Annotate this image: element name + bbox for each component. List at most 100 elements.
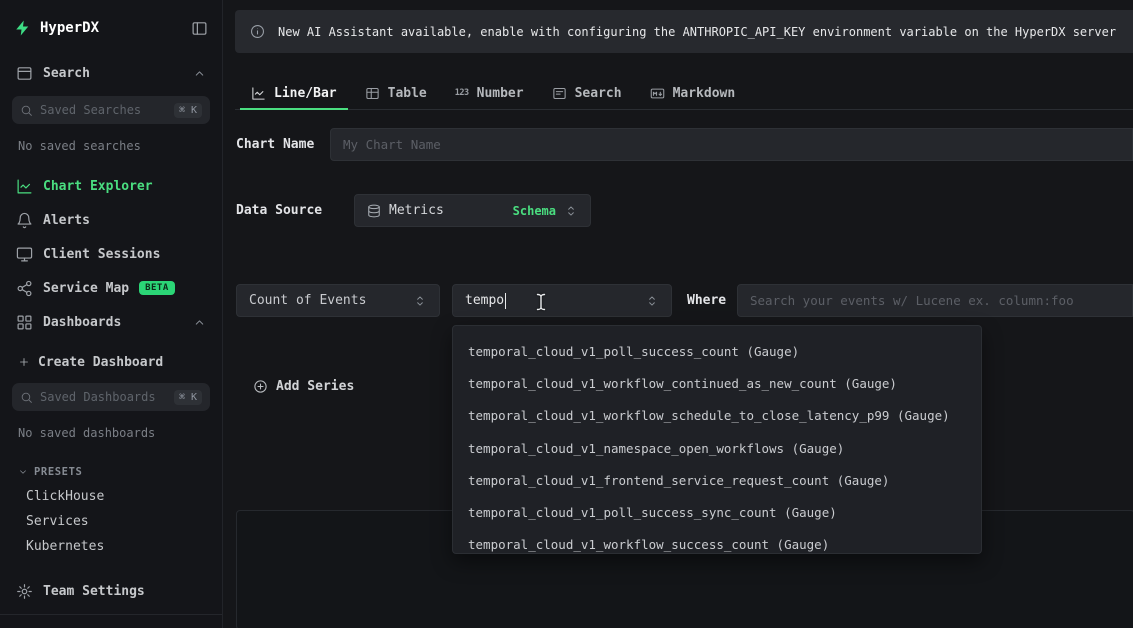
add-series-label: Add Series	[276, 379, 354, 394]
sidebar-item-team-settings[interactable]: Team Settings	[10, 574, 212, 608]
tab-label: Search	[575, 86, 622, 101]
chart-type-tabs: Line/Bar Table 123 Number Search Markdow…	[235, 77, 1133, 110]
schema-button[interactable]: Schema	[513, 204, 556, 218]
sidebar-header: HyperDX	[10, 0, 212, 56]
create-dashboard-label: Create Dashboard	[38, 355, 163, 370]
tab-markdown[interactable]: Markdown	[636, 77, 750, 109]
sidebar-item-dashboards[interactable]: Dashboards	[10, 305, 212, 339]
metric-input-value: tempo	[465, 293, 504, 308]
select-updown-icon	[564, 204, 578, 218]
banner-text: New AI Assistant available, enable with …	[278, 25, 1118, 39]
presets-section-toggle[interactable]: PRESETS	[18, 466, 204, 478]
chevron-up-icon	[193, 316, 206, 329]
hyperdx-logo-icon	[14, 19, 32, 37]
chart-name-label: Chart Name	[236, 137, 314, 153]
gear-icon	[16, 583, 33, 600]
magnifier-icon	[20, 391, 33, 404]
database-icon	[367, 204, 381, 218]
add-series-button[interactable]: Add Series	[253, 379, 354, 394]
tab-search[interactable]: Search	[538, 77, 636, 109]
text-cursor-pointer	[534, 292, 548, 312]
chart-name-input[interactable]	[330, 128, 1133, 161]
magnifier-icon	[20, 104, 33, 117]
preset-item-services[interactable]: Services	[10, 509, 212, 534]
text-caret	[505, 293, 506, 309]
tab-number[interactable]: 123 Number	[441, 77, 538, 109]
chart-explorer-icon	[16, 178, 33, 195]
plus-icon	[18, 356, 30, 368]
hyperdx-logo[interactable]: HyperDX	[14, 19, 99, 37]
shortcut-badge: ⌘ K	[174, 103, 202, 118]
saved-dashboards-search[interactable]: ⌘ K	[12, 383, 210, 411]
sidebar-item-service-map[interactable]: Service Map BETA	[10, 271, 212, 305]
no-saved-dashboards-text: No saved dashboards	[18, 426, 204, 440]
sidebar-footer: Team Settings	[10, 574, 212, 628]
markdown-icon	[650, 86, 665, 101]
data-source-select[interactable]: Metrics Schema	[354, 194, 591, 227]
sidebar-bottom-divider	[0, 614, 222, 628]
tab-table[interactable]: Table	[351, 77, 441, 109]
dropdown-option[interactable]: temporal_cloud_v1_frontend_service_reque…	[453, 464, 981, 496]
metric-suggestions-dropdown: temporal_cloud_v1_poll_success_count (Ga…	[452, 325, 982, 554]
select-updown-icon	[645, 294, 659, 308]
tab-label: Number	[477, 86, 524, 101]
sidebar-item-label: Chart Explorer	[43, 179, 153, 194]
sidebar-item-client-sessions[interactable]: Client Sessions	[10, 237, 212, 271]
number-123-icon: 123	[455, 88, 469, 98]
collapse-sidebar-icon[interactable]	[191, 20, 208, 37]
tab-line-bar[interactable]: Line/Bar	[237, 77, 351, 109]
dropdown-option[interactable]: temporal_cloud_v1_poll_success_sync_coun…	[453, 496, 981, 528]
chevron-down-icon	[18, 467, 28, 477]
sidebar-item-label: Dashboards	[43, 315, 121, 330]
service-map-icon	[16, 280, 33, 297]
metric-name-input[interactable]: tempo	[452, 284, 672, 317]
search-icon	[16, 65, 33, 82]
info-icon	[250, 24, 265, 39]
saved-dashboards-input[interactable]	[40, 390, 167, 404]
line-chart-icon	[251, 86, 266, 101]
ai-assistant-banner: New AI Assistant available, enable with …	[235, 10, 1133, 53]
tab-label: Line/Bar	[274, 86, 337, 101]
dropdown-option[interactable]: temporal_cloud_v1_workflow_success_count…	[453, 529, 981, 554]
chart-name-field[interactable]	[343, 137, 1120, 152]
table-icon	[365, 86, 380, 101]
tab-label: Markdown	[673, 86, 736, 101]
where-label: Where	[687, 293, 726, 309]
sidebar-item-label: Service Map	[43, 281, 129, 296]
sidebar-item-alerts[interactable]: Alerts	[10, 203, 212, 237]
where-search-field[interactable]	[750, 293, 1120, 308]
preset-item-kubernetes[interactable]: Kubernetes	[10, 534, 212, 559]
sidebar-item-chart-explorer[interactable]: Chart Explorer	[10, 169, 212, 203]
sidebar-item-label: Team Settings	[43, 584, 145, 599]
where-search-input[interactable]	[737, 284, 1133, 317]
chevron-up-icon	[193, 67, 206, 80]
preset-item-clickhouse[interactable]: ClickHouse	[10, 484, 212, 509]
plus-circle-icon	[253, 379, 268, 394]
aggregation-select[interactable]: Count of Events	[236, 284, 440, 317]
saved-searches-search[interactable]: ⌘ K	[12, 96, 210, 124]
create-dashboard-button[interactable]: Create Dashboard	[10, 347, 212, 377]
dashboards-grid-icon	[16, 314, 33, 331]
dropdown-option[interactable]: temporal_cloud_v1_workflow_continued_as_…	[453, 367, 981, 399]
dropdown-option[interactable]: temporal_cloud_v1_namespace_open_workflo…	[453, 432, 981, 464]
select-updown-icon	[413, 294, 427, 308]
main-content: New AI Assistant available, enable with …	[223, 0, 1133, 628]
app-title: HyperDX	[40, 20, 99, 36]
dropdown-option[interactable]: temporal_cloud_v1_workflow_schedule_to_c…	[453, 400, 981, 432]
sidebar-item-label: Client Sessions	[43, 247, 160, 262]
dropdown-option[interactable]: temporal_cloud_v1_poll_success_count (Ga…	[453, 335, 981, 367]
bell-icon	[16, 212, 33, 229]
monitor-icon	[16, 246, 33, 263]
sidebar-item-label: Search	[43, 66, 90, 81]
data-source-value: Metrics	[389, 203, 513, 218]
tab-label: Table	[388, 86, 427, 101]
no-saved-searches-text: No saved searches	[18, 139, 204, 153]
data-source-label: Data Source	[236, 203, 322, 219]
presets-label: PRESETS	[34, 466, 82, 478]
shortcut-badge: ⌘ K	[174, 390, 202, 405]
sidebar-item-label: Alerts	[43, 213, 90, 228]
search-doc-icon	[552, 86, 567, 101]
sidebar: HyperDX Search ⌘ K No saved searches Cha…	[0, 0, 223, 628]
saved-searches-input[interactable]	[40, 103, 167, 117]
sidebar-item-search[interactable]: Search	[10, 56, 212, 90]
